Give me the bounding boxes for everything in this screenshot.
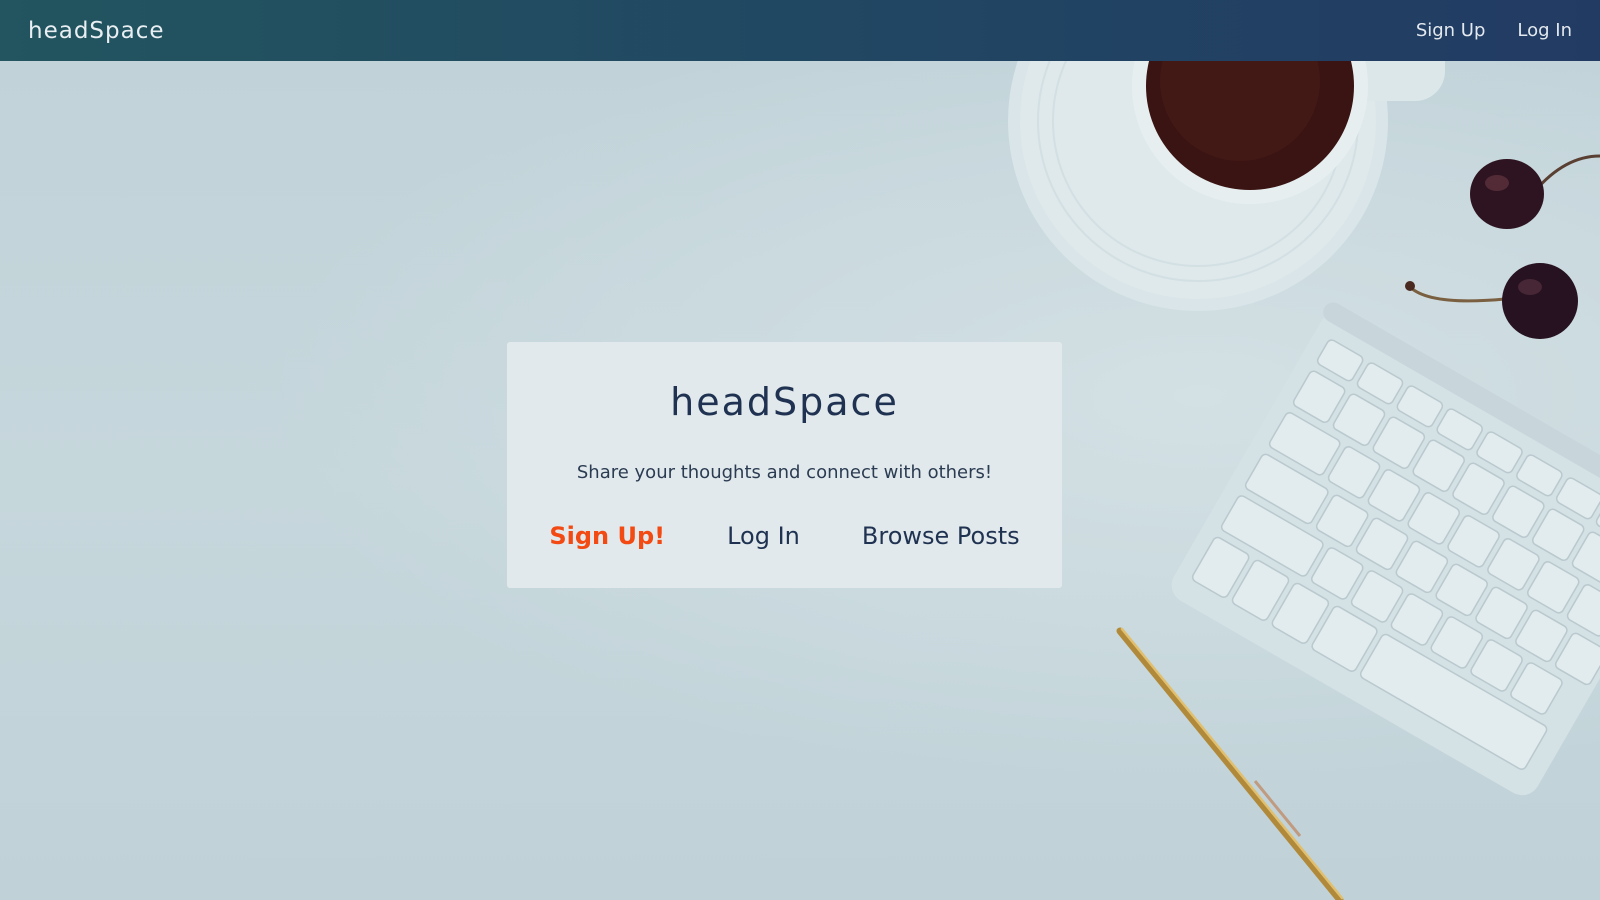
- coffee-cup-icon: [1008, 61, 1445, 311]
- keyboard-icon: [1171, 302, 1600, 796]
- nav-sign-up-link[interactable]: Sign Up: [1416, 20, 1486, 41]
- hero-card: headSpace Share your thoughts and connec…: [507, 342, 1062, 588]
- log-in-button[interactable]: Log In: [727, 522, 800, 550]
- hero-title: headSpace: [670, 380, 899, 424]
- browse-posts-button[interactable]: Browse Posts: [862, 522, 1020, 550]
- nav-log-in-link[interactable]: Log In: [1517, 20, 1572, 41]
- navbar: headSpace Sign Up Log In: [0, 0, 1600, 61]
- cherries-icon: [1405, 154, 1600, 339]
- nav-links: Sign Up Log In: [1416, 20, 1572, 41]
- hero-actions: Sign Up! Log In Browse Posts: [507, 522, 1062, 550]
- hero-subtitle: Share your thoughts and connect with oth…: [576, 462, 993, 483]
- brand-logo[interactable]: headSpace: [28, 18, 165, 44]
- sign-up-button[interactable]: Sign Up!: [549, 522, 665, 550]
